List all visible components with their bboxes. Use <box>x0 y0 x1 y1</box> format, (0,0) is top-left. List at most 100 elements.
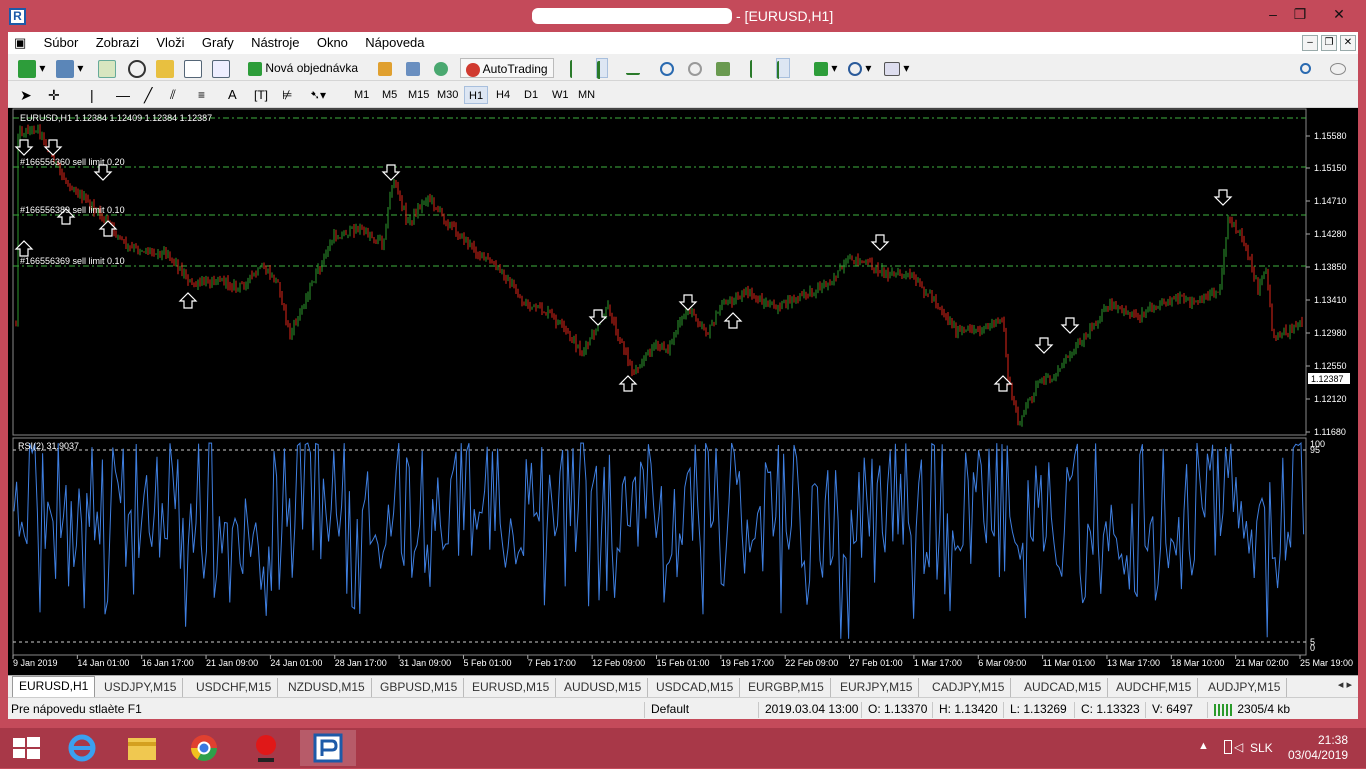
chart-tab[interactable]: EURUSD,M15 <box>466 678 557 697</box>
terminal-icon[interactable] <box>184 58 202 78</box>
new-order-button[interactable]: Nová objednávka <box>248 58 358 78</box>
indicators-icon[interactable]: ▾ <box>814 58 837 78</box>
recording-app-icon[interactable] <box>238 730 294 766</box>
tray-expand-icon[interactable]: ▲ <box>1198 740 1209 752</box>
sell-arrow-icon <box>43 139 63 156</box>
chrome-icon[interactable] <box>176 730 232 766</box>
zoom-in-icon[interactable] <box>660 58 674 78</box>
timeframe-h4[interactable]: H4 <box>492 86 514 104</box>
mdi-close-button[interactable]: ✕ <box>1340 35 1356 51</box>
time-tick-label: 1 Mar 17:00 <box>914 658 962 668</box>
trendline-icon[interactable]: ╱ <box>144 85 152 105</box>
text-label-icon[interactable]: [T] <box>254 85 268 105</box>
menu-view[interactable]: Zobrazi <box>89 32 146 53</box>
timeframe-d1[interactable]: D1 <box>520 86 542 104</box>
profiles-icon[interactable]: ▾ <box>56 58 83 78</box>
chart-tab[interactable]: AUDJPY,M15 <box>1202 678 1288 697</box>
status-profile[interactable]: Default <box>644 702 758 718</box>
bar-chart-icon[interactable] <box>570 58 580 78</box>
time-tick-label: 19 Feb 17:00 <box>721 658 774 668</box>
timeframe-m5[interactable]: M5 <box>378 86 401 104</box>
fibo-fan-icon[interactable]: ⊭ <box>282 85 292 105</box>
tab-scroll-arrows-icon[interactable]: ◂ ▸ <box>1338 678 1352 691</box>
horizontal-line-icon[interactable]: — <box>116 85 130 105</box>
time-tick-label: 18 Mar 10:00 <box>1171 658 1224 668</box>
menu-charts[interactable]: Grafy <box>195 32 241 53</box>
file-explorer-icon[interactable] <box>114 730 170 766</box>
chart-shift-icon[interactable] <box>776 58 790 79</box>
cursor-icon[interactable]: ➤ <box>20 85 32 105</box>
chart-tab[interactable]: USDJPY,M15 <box>98 678 184 697</box>
timeframe-h1[interactable]: H1 <box>464 86 489 104</box>
volume-icon[interactable]: ◁ <box>1234 740 1243 754</box>
menu-insert[interactable]: Vloži <box>149 32 191 53</box>
minimize-button[interactable]: – <box>1258 4 1288 24</box>
chart-tab[interactable]: GBPUSD,M15 <box>374 678 465 697</box>
internet-explorer-icon[interactable] <box>54 730 110 766</box>
time-tick-label: 16 Jan 17:00 <box>142 658 194 668</box>
language-indicator[interactable]: SLK <box>1250 741 1273 755</box>
meta-editor-icon[interactable] <box>378 58 392 78</box>
close-button[interactable]: ✕ <box>1321 4 1357 24</box>
crosshair-icon[interactable]: ✛ <box>48 85 60 105</box>
menu-window[interactable]: Okno <box>310 32 355 53</box>
doc-icon[interactable]: ▣ <box>8 32 33 54</box>
autotrading-button[interactable]: AutoTrading <box>460 58 554 78</box>
standard-toolbar: ▾ ▾ Nová objednávka AutoTrading ▾ ▾ ▾ <box>8 54 1358 81</box>
timeframe-mn[interactable]: MN <box>574 86 599 104</box>
start-button[interactable] <box>0 730 56 766</box>
mdi-minimize-button[interactable]: – <box>1302 35 1318 51</box>
chart-tab[interactable]: USDCAD,M15 <box>650 678 741 697</box>
community-icon[interactable] <box>434 58 448 78</box>
mdi-restore-button[interactable]: ❐ <box>1321 35 1337 51</box>
tile-windows-icon[interactable] <box>716 58 730 78</box>
timeframe-m1[interactable]: M1 <box>350 86 373 104</box>
price-tick-label: 1.13410 <box>1314 295 1347 305</box>
menu-tools[interactable]: Nástroje <box>244 32 306 53</box>
time-tick-label: 11 Mar 01:00 <box>1043 658 1095 668</box>
templates-icon[interactable]: ▾ <box>884 58 909 78</box>
line-chart-icon[interactable] <box>626 58 640 78</box>
data-window-icon[interactable] <box>128 58 146 78</box>
price-chart[interactable]: 1.15580 1.15150 1.14710 1.14280 1.13850 1.134… <box>8 108 1358 675</box>
navigator-icon[interactable] <box>156 58 174 78</box>
menu-file[interactable]: Súbor <box>37 32 86 53</box>
new-chart-icon[interactable]: ▾ <box>18 58 45 78</box>
chart-tab[interactable]: EURUSD,H1 <box>12 676 96 697</box>
maximize-button[interactable]: ❐ <box>1285 4 1315 24</box>
zoom-out-icon[interactable] <box>688 58 702 78</box>
chart-tab[interactable]: AUDCAD,M15 <box>1018 678 1109 697</box>
chart-tab[interactable]: AUDCHF,M15 <box>1110 678 1199 697</box>
market-watch-icon[interactable] <box>98 58 116 78</box>
timeframe-m30[interactable]: M30 <box>433 86 462 104</box>
periods-icon[interactable]: ▾ <box>848 58 871 78</box>
timeframe-w1[interactable]: W1 <box>548 86 573 104</box>
vertical-line-icon[interactable]: | <box>90 85 94 105</box>
buy-arrow-icon <box>178 292 198 309</box>
text-icon[interactable]: A <box>228 85 237 105</box>
chart-tab[interactable]: AUDUSD,M15 <box>558 678 649 697</box>
timeframe-m15[interactable]: M15 <box>404 86 433 104</box>
system-clock[interactable]: 21:38 03/04/2019 <box>1288 733 1348 763</box>
trading-terminal-task[interactable] <box>300 730 356 766</box>
candlestick-icon[interactable] <box>596 58 608 79</box>
channel-icon[interactable]: ⫽ <box>170 85 176 105</box>
time-tick-label: 21 Mar 02:00 <box>1236 658 1289 668</box>
chart-tab[interactable]: EURJPY,M15 <box>834 678 920 697</box>
signals-icon[interactable] <box>406 58 420 78</box>
chart-tab[interactable]: USDCHF,M15 <box>190 678 279 697</box>
chart-tab[interactable]: CADJPY,M15 <box>926 678 1012 697</box>
menu-help[interactable]: Nápoveda <box>358 32 431 53</box>
arrows-icon[interactable]: ➷▾ <box>310 85 326 105</box>
chart-tab[interactable]: EURGBP,M15 <box>742 678 831 697</box>
tester-icon[interactable] <box>212 58 230 78</box>
auto-scroll-icon[interactable] <box>750 58 762 78</box>
chart-tab[interactable]: NZDUSD,M15 <box>282 678 372 697</box>
fibonacci-icon[interactable]: ≡ <box>198 85 205 105</box>
chart-window[interactable]: 1.15580 1.15150 1.14710 1.14280 1.13850 1.134… <box>8 108 1358 675</box>
search-icon[interactable] <box>1300 58 1311 78</box>
price-tick-label: 1.12980 <box>1314 328 1347 338</box>
chat-icon[interactable] <box>1330 58 1346 78</box>
current-price-label: 1.12387 <box>1311 374 1344 384</box>
device-icon[interactable] <box>1224 740 1232 754</box>
